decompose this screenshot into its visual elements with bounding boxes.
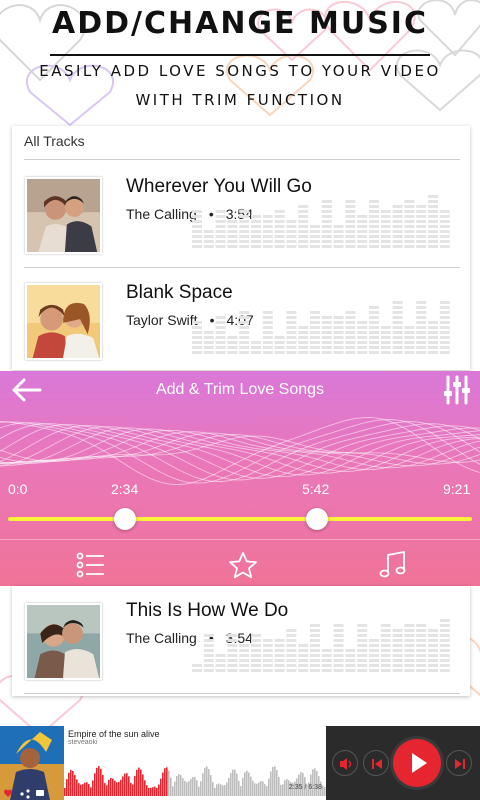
divider	[0, 539, 480, 540]
mini-player-info[interactable]: Empire of the sun alive steveaoki 2:35 /…	[64, 726, 326, 800]
track-list-panel-continued: This Is How We Do The Calling • 3:54	[12, 586, 470, 696]
music-note-icon[interactable]	[378, 551, 408, 579]
equalizer-graphic	[192, 195, 450, 248]
mini-player: Empire of the sun alive steveaoki 2:35 /…	[0, 726, 480, 800]
trim-end-handle[interactable]	[306, 508, 328, 530]
play-icon	[412, 753, 427, 773]
equalizer-graphic	[192, 301, 450, 354]
mini-track-title: Empire of the sun alive	[68, 729, 160, 739]
volume-icon	[340, 758, 352, 770]
promo-title: ADD/CHANGE MUSIC	[52, 6, 428, 41]
mini-waveform-progress[interactable]	[64, 750, 326, 796]
next-icon	[455, 759, 465, 769]
promo-divider	[50, 54, 430, 56]
mini-player-controls	[326, 726, 480, 800]
track-artist: Taylor Swift	[126, 312, 198, 328]
equalizer-graphic	[192, 619, 450, 672]
trim-player: Add & Trim Love Songs 0:0 2:34 5:42 9:21	[0, 371, 480, 586]
album-art-image	[25, 283, 102, 360]
time-label-trim-start: 2:34	[111, 481, 139, 497]
next-button[interactable]	[446, 750, 472, 776]
divider	[24, 159, 460, 160]
track-artist: The Calling	[126, 206, 197, 222]
previous-button[interactable]	[363, 750, 389, 776]
previous-icon	[372, 759, 382, 769]
play-button[interactable]	[393, 739, 441, 787]
player-title: Add & Trim Love Songs	[155, 381, 325, 398]
star-icon[interactable]	[228, 551, 258, 579]
equalizer-icon[interactable]	[444, 375, 470, 405]
promo-subtitle-line1: EASILY ADD LOVE SONGS TO YOUR VIDEO	[39, 62, 441, 80]
divider	[24, 693, 460, 694]
track-row[interactable]: Blank Space Taylor Swift • 4:07	[12, 268, 470, 374]
mini-time-label: 2:35 / 6:38	[288, 784, 322, 791]
track-row[interactable]: This Is How We Do The Calling • 3:54	[12, 586, 470, 696]
time-label-trim-end: 5:42	[302, 481, 330, 497]
trim-slider-track[interactable]	[8, 517, 472, 521]
mini-track-artist: steveaoki	[68, 739, 98, 746]
track-row[interactable]: Wherever You Will Go The Calling • 3:54	[12, 162, 470, 268]
waveform-graphic	[0, 417, 480, 485]
volume-button[interactable]	[332, 750, 358, 776]
playlist-icon[interactable]	[76, 551, 106, 579]
promo-subtitle-line2: WITH TRIM FUNCTION	[135, 91, 345, 109]
track-list-panel: All Tracks Wherever You Will Go The Call…	[12, 126, 470, 370]
album-art-image[interactable]	[0, 726, 64, 800]
time-label-total: 9:21	[443, 481, 471, 497]
track-artist: The Calling	[126, 630, 197, 646]
time-label-start: 0:0	[8, 481, 28, 497]
track-list-header: All Tracks	[24, 133, 85, 149]
album-art-image	[25, 603, 102, 680]
album-art-image	[25, 177, 102, 254]
trim-start-handle[interactable]	[114, 508, 136, 530]
